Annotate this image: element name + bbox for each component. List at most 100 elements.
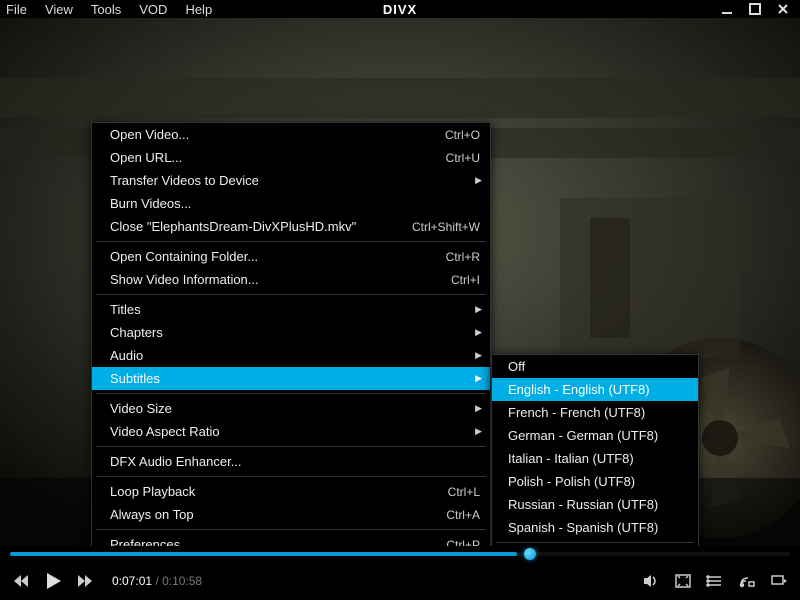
time-display: 0:07:01 / 0:10:58 [112, 574, 202, 588]
menu-item[interactable]: DFX Audio Enhancer... [92, 450, 490, 473]
menu-item-label: Close "ElephantsDream-DivXPlusHD.mkv" [110, 219, 356, 234]
close-icon[interactable] [776, 2, 790, 16]
titlebar: File View Tools VOD Help DIVX [0, 0, 800, 18]
submenu-item[interactable]: Polish - Polish (UTF8) [492, 470, 698, 493]
menu-item[interactable]: Titles ▶ [92, 298, 490, 321]
menu-item-label: Loop Playback [110, 484, 195, 499]
menu-item[interactable]: Burn Videos... [92, 192, 490, 215]
menu-item-label: Titles [110, 302, 141, 317]
menu-tools[interactable]: Tools [91, 2, 121, 17]
submenu-item-label: German - German (UTF8) [508, 428, 658, 443]
chevron-right-icon: ▶ [475, 403, 482, 414]
volume-icon[interactable] [642, 572, 660, 590]
menu-item-label: Always on Top [110, 507, 194, 522]
menu-divider [96, 476, 486, 477]
playlist-icon[interactable] [706, 572, 724, 590]
menu-vod[interactable]: VOD [139, 2, 167, 17]
submenu-item[interactable]: Russian - Russian (UTF8) [492, 493, 698, 516]
chevron-right-icon: ▶ [475, 304, 482, 315]
menu-item-label: Video Aspect Ratio [110, 424, 220, 439]
menu-item-label: Open URL... [110, 150, 182, 165]
menu-shortcut: Ctrl+P [446, 538, 480, 547]
chevron-right-icon: ▶ [475, 175, 482, 186]
submenu-item[interactable]: Italian - Italian (UTF8) [492, 447, 698, 470]
app-logo: DIVX [383, 2, 417, 17]
menu-item-label: Burn Videos... [110, 196, 191, 211]
menu-divider [96, 241, 486, 242]
menu-item-label: Subtitles [110, 371, 160, 386]
submenu-item-label: Russian - Russian (UTF8) [508, 497, 658, 512]
menu-item[interactable]: Video Size ▶ [92, 397, 490, 420]
menu-item-label: Preferences... [110, 537, 191, 546]
forward-button[interactable] [76, 572, 94, 590]
menu-shortcut: Ctrl+Shift+W [412, 220, 480, 234]
menu-item-label: DFX Audio Enhancer... [110, 454, 242, 469]
submenu-item-label: Polish - Polish (UTF8) [508, 474, 635, 489]
window-controls [720, 2, 790, 16]
submenu-item-label: Spanish - Spanish (UTF8) [508, 520, 658, 535]
menu-item-label: Audio [110, 348, 143, 363]
menu-view[interactable]: View [45, 2, 73, 17]
video-area[interactable]: Any further questions, Emo? Open Video..… [0, 18, 800, 546]
submenu-item-label: French - French (UTF8) [508, 405, 645, 420]
menu-item[interactable]: Chapters ▶ [92, 321, 490, 344]
menu-item-label: Transfer Videos to Device [110, 173, 259, 188]
submenu-item[interactable]: French - French (UTF8) [492, 401, 698, 424]
chevron-right-icon: ▶ [475, 426, 482, 437]
menu-item[interactable]: Subtitles ▶ [92, 367, 490, 390]
menu-divider [96, 446, 486, 447]
submenu-item-label: Off [508, 359, 525, 374]
chevron-right-icon: ▶ [475, 327, 482, 338]
menu-shortcut: Ctrl+O [445, 128, 480, 142]
submenu-item[interactable]: Spanish - Spanish (UTF8) [492, 516, 698, 539]
menu-item-label: Chapters [110, 325, 163, 340]
menu-item-label: Open Video... [110, 127, 189, 142]
submenu-item-label: English - English (UTF8) [508, 382, 650, 397]
menu-item[interactable]: Always on Top Ctrl+A [92, 503, 490, 526]
menu-item[interactable]: Show Video Information... Ctrl+I [92, 268, 490, 291]
seekbar[interactable] [0, 546, 800, 562]
stream-icon[interactable] [738, 572, 756, 590]
menu-item[interactable]: Open Containing Folder... Ctrl+R [92, 245, 490, 268]
menubar: File View Tools VOD Help [6, 2, 212, 17]
menu-divider [96, 529, 486, 530]
play-button[interactable] [42, 570, 64, 592]
time-current: 0:07:01 [112, 574, 152, 588]
chevron-right-icon: ▶ [475, 350, 482, 361]
menu-divider [96, 294, 486, 295]
menu-item[interactable]: Open Video... Ctrl+O [92, 123, 490, 146]
fullscreen-icon[interactable] [674, 572, 692, 590]
menu-divider [96, 393, 486, 394]
submenu-item[interactable]: German - German (UTF8) [492, 424, 698, 447]
menu-shortcut: Ctrl+L [448, 485, 480, 499]
menu-item[interactable]: Loop Playback Ctrl+L [92, 480, 490, 503]
menu-item[interactable]: Close "ElephantsDream-DivXPlusHD.mkv" Ctr… [92, 215, 490, 238]
subtitles-submenu: Off English - English (UTF8) French - Fren… [491, 354, 699, 546]
menu-item-label: Show Video Information... [110, 272, 259, 287]
maximize-icon[interactable] [748, 2, 762, 16]
menu-shortcut: Ctrl+U [446, 151, 480, 165]
submenu-item-label: Italian - Italian (UTF8) [508, 451, 634, 466]
menu-shortcut: Ctrl+R [446, 250, 480, 264]
menu-item-label: Open Containing Folder... [110, 249, 258, 264]
menu-item[interactable]: Open URL... Ctrl+U [92, 146, 490, 169]
controls-bar: 0:07:01 / 0:10:58 [0, 562, 800, 600]
seekbar-thumb[interactable] [524, 548, 536, 560]
chevron-right-icon: ▶ [475, 373, 482, 384]
submenu-item[interactable]: English - English (UTF8) [492, 378, 698, 401]
submenu-item[interactable]: Off [492, 355, 698, 378]
menu-item[interactable]: Preferences... Ctrl+P [92, 533, 490, 546]
time-total: 0:10:58 [162, 574, 202, 588]
menu-file[interactable]: File [6, 2, 27, 17]
menu-item[interactable]: Transfer Videos to Device ▶ [92, 169, 490, 192]
menu-item-label: Video Size [110, 401, 172, 416]
minimize-icon[interactable] [720, 2, 734, 16]
menu-shortcut: Ctrl+A [446, 508, 480, 522]
menu-shortcut: Ctrl+I [451, 273, 480, 287]
menu-item[interactable]: Audio ▶ [92, 344, 490, 367]
menu-item[interactable]: Video Aspect Ratio ▶ [92, 420, 490, 443]
rewind-button[interactable] [12, 572, 30, 590]
menu-divider [496, 542, 694, 543]
menu-help[interactable]: Help [185, 2, 212, 17]
cast-icon[interactable] [770, 572, 788, 590]
